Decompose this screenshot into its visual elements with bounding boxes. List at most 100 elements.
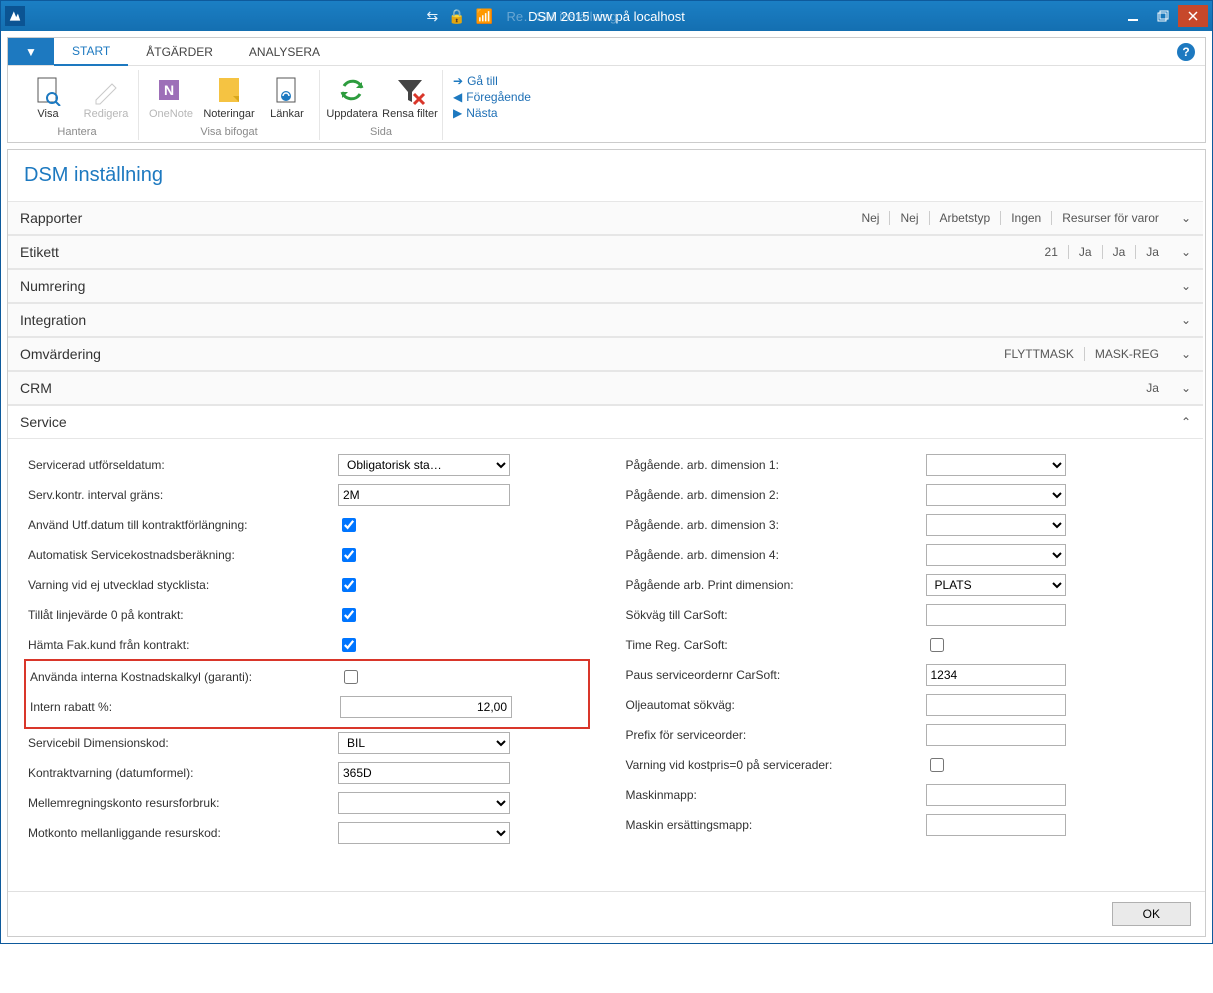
varning-kostpris-label: Varning vid kostpris=0 på servicerader:: [626, 758, 926, 772]
kontraktvarning-label: Kontraktvarning (datumformel):: [28, 766, 338, 780]
dim1-select[interactable]: [926, 454, 1066, 476]
app-menu-button[interactable]: ▼: [8, 38, 54, 65]
prefix-so-input[interactable]: [926, 724, 1066, 746]
print-dim-label: Pågående arb. Print dimension:: [626, 578, 926, 592]
section-integration[interactable]: Integration ⌄: [8, 303, 1203, 337]
arrow-right-icon: ▶: [453, 106, 462, 120]
intern-kostkalkyl-label: Använda interna Kostnadskalkyl (garanti)…: [30, 670, 340, 684]
arrow-right-icon: ➔: [453, 74, 463, 88]
anvand-utfdatum-checkbox[interactable]: [342, 518, 356, 532]
ribbon: Visa Redigera Hantera N OneNote: [8, 66, 1205, 142]
show-button[interactable]: Visa: [20, 70, 76, 124]
ok-button[interactable]: OK: [1112, 902, 1191, 926]
clear-filter-button[interactable]: Rensa filter: [382, 70, 438, 124]
chevron-up-icon: ⌃: [1181, 415, 1191, 429]
servicerad-utforseldatum-select[interactable]: Obligatorisk sta…: [338, 454, 510, 476]
next-link[interactable]: ▶Nästa: [453, 106, 531, 120]
dim2-label: Pågående. arb. dimension 2:: [626, 488, 926, 502]
signal-icon: 📶: [476, 8, 493, 25]
servkontr-interval-input[interactable]: [338, 484, 510, 506]
servicerad-utforseldatum-label: Servicerad utförseldatum:: [28, 458, 338, 472]
dim1-label: Pågående. arb. dimension 1:: [626, 458, 926, 472]
tab-analyze[interactable]: ANALYSERA: [231, 38, 338, 65]
anvand-utfdatum-label: Använd Utf.datum till kontraktförlängnin…: [28, 518, 338, 532]
autoservicekost-checkbox[interactable]: [342, 548, 356, 562]
dim3-label: Pågående. arb. dimension 3:: [626, 518, 926, 532]
section-numrering[interactable]: Numrering ⌄: [8, 269, 1203, 303]
restore-button[interactable]: [1148, 5, 1178, 27]
dim4-select[interactable]: [926, 544, 1066, 566]
maskin-ers-input[interactable]: [926, 814, 1066, 836]
section-crm[interactable]: CRM Ja ⌄: [8, 371, 1203, 405]
sokvag-carsoft-label: Sökväg till CarSoft:: [626, 608, 926, 622]
refresh-button[interactable]: Uppdatera: [324, 70, 380, 124]
ribbon-group-attached: Visa bifogat: [200, 126, 257, 138]
edit-button[interactable]: Redigera: [78, 70, 134, 124]
ribbon-tabs: ▼ START ÅTGÄRDER ANALYSERA ?: [8, 38, 1205, 66]
hamta-fakkund-checkbox[interactable]: [342, 638, 356, 652]
tillat-linjevarde-label: Tillåt linjevärde 0 på kontrakt:: [28, 608, 338, 622]
onenote-button[interactable]: N OneNote: [143, 70, 199, 124]
help-button[interactable]: ?: [1177, 43, 1195, 61]
mellemregning-label: Mellemregningskonto resursforbruk:: [28, 796, 338, 810]
section-rapporter[interactable]: Rapporter Nej Nej Arbetstyp Ingen Resurs…: [8, 201, 1203, 235]
paus-so-carsoft-input[interactable]: [926, 664, 1066, 686]
intern-rabatt-label: Intern rabatt %:: [30, 700, 340, 714]
notes-button[interactable]: Noteringar: [201, 70, 257, 124]
previous-link[interactable]: ◀Föregående: [453, 90, 531, 104]
chevron-down-icon: ⌄: [1181, 347, 1191, 361]
chevron-down-icon: ⌄: [1181, 381, 1191, 395]
varning-stycklista-label: Varning vid ej utvecklad stycklista:: [28, 578, 338, 592]
oljeautomat-label: Oljeautomat sökväg:: [626, 698, 926, 712]
motkonto-label: Motkonto mellanliggande resurskod:: [28, 826, 338, 840]
ribbon-group-page: Sida: [370, 126, 392, 138]
arrow-left-icon: ◀: [453, 90, 462, 104]
tab-start[interactable]: START: [54, 39, 128, 66]
svg-text:N: N: [164, 82, 174, 98]
intern-kostkalkyl-checkbox[interactable]: [344, 670, 358, 684]
app-logo-icon: [5, 6, 25, 26]
prefix-so-label: Prefix för serviceorder:: [626, 728, 926, 742]
mellemregning-select[interactable]: [338, 792, 510, 814]
close-button[interactable]: [1178, 5, 1208, 27]
page-title: DSM inställning: [8, 150, 1205, 201]
lock-icon: 🔒: [448, 8, 465, 25]
sokvag-carsoft-input[interactable]: [926, 604, 1066, 626]
chevron-down-icon: ⌄: [1181, 245, 1191, 259]
links-button[interactable]: Länkar: [259, 70, 315, 124]
timereg-carsoft-label: Time Reg. CarSoft:: [626, 638, 926, 652]
print-dim-select[interactable]: PLATS: [926, 574, 1066, 596]
maskinmapp-label: Maskinmapp:: [626, 788, 926, 802]
dim3-select[interactable]: [926, 514, 1066, 536]
tab-actions[interactable]: ÅTGÄRDER: [128, 38, 231, 65]
section-etikett[interactable]: Etikett 21 Ja Ja Ja ⌄: [8, 235, 1203, 269]
motkonto-select[interactable]: [338, 822, 510, 844]
titlebar: ⇆ 🔒 📶 Re…SM inställning DSM 2015 ww på l…: [1, 1, 1212, 31]
chevron-down-icon: ⌄: [1181, 313, 1191, 327]
servicebil-dimkod-select[interactable]: BIL: [338, 732, 510, 754]
chevron-down-icon: ⌄: [1181, 211, 1191, 225]
timereg-carsoft-checkbox[interactable]: [930, 638, 944, 652]
maskinmapp-input[interactable]: [926, 784, 1066, 806]
oljeautomat-input[interactable]: [926, 694, 1066, 716]
pin-icon: ⇆: [427, 8, 439, 25]
intern-rabatt-input[interactable]: [340, 696, 512, 718]
maskin-ers-label: Maskin ersättingsmapp:: [626, 818, 926, 832]
kontraktvarning-input[interactable]: [338, 762, 510, 784]
goto-link[interactable]: ➔Gå till: [453, 74, 531, 88]
section-omvardering[interactable]: Omvärdering FLYTTMASK MASK-REG ⌄: [8, 337, 1203, 371]
autoservicekost-label: Automatisk Servicekostnadsberäkning:: [28, 548, 338, 562]
hamta-fakkund-label: Hämta Fak.kund från kontrakt:: [28, 638, 338, 652]
dim4-label: Pågående. arb. dimension 4:: [626, 548, 926, 562]
servicebil-dimkod-label: Servicebil Dimensionskod:: [28, 736, 338, 750]
paus-so-carsoft-label: Paus serviceordernr CarSoft:: [626, 668, 926, 682]
highlighted-region: Använda interna Kostnadskalkyl (garanti)…: [24, 659, 590, 729]
varning-stycklista-checkbox[interactable]: [342, 578, 356, 592]
minimize-button[interactable]: [1118, 5, 1148, 27]
chevron-down-icon: ⌄: [1181, 279, 1191, 293]
tillat-linjevarde-checkbox[interactable]: [342, 608, 356, 622]
dim2-select[interactable]: [926, 484, 1066, 506]
varning-kostpris-checkbox[interactable]: [930, 758, 944, 772]
section-service[interactable]: Service ⌃: [8, 405, 1203, 439]
window-title: DSM 2015 ww på localhost: [528, 9, 685, 24]
